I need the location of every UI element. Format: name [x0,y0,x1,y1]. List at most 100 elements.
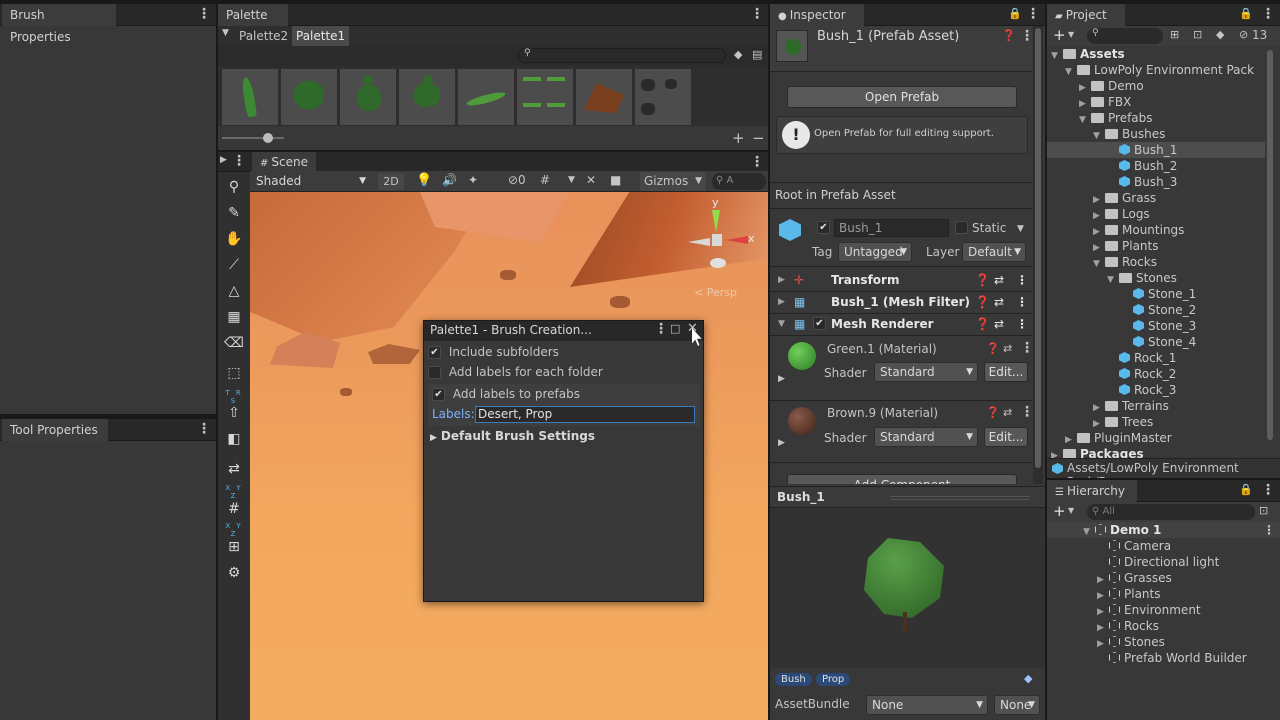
eraser-tool-icon[interactable]: ⌫ [221,332,247,354]
tag-icon[interactable]: ◆ [1216,28,1224,41]
project-tree-item[interactable]: ▶ Plants [1047,238,1265,254]
chevron-right-icon[interactable]: ▶ [778,438,785,448]
chevron-down-icon[interactable]: ▼ [1017,224,1024,234]
toggle-2d-button[interactable]: 2D [378,173,404,190]
grid-snap-icon[interactable]: # [540,173,550,187]
brush-tool-icon[interactable]: ✎ [221,202,247,224]
extrude-tool-icon[interactable]: ⇧ [221,402,247,424]
kebab-menu-icon[interactable]: ⋮ [1020,340,1034,356]
project-tree-item[interactable]: ▼ Rocks [1047,254,1265,270]
tag-icon[interactable]: ◆ [734,48,742,61]
kebab-menu-icon[interactable]: ⋮ [1263,522,1275,538]
tab-scene[interactable]: # Scene [252,152,316,172]
tab-brush-properties[interactable]: Brush Properties [2,4,116,44]
add-icon[interactable]: + [1053,26,1066,44]
kebab-menu-icon[interactable]: ⋮ [1020,404,1034,420]
brush-thumb-rock[interactable] [576,69,632,125]
hierarchy-item[interactable]: Camera [1047,538,1280,554]
label-chip[interactable]: Bush [775,673,812,686]
project-tree-item[interactable]: ▶ Grass [1047,190,1265,206]
tools-icon[interactable]: ✕ [586,173,596,187]
shape-tool-icon[interactable]: △ [221,280,247,302]
project-tree-item[interactable]: Stone_1 [1047,286,1265,302]
open-prefab-button[interactable]: Open Prefab [787,86,1017,108]
hierarchy-item[interactable]: Directional light [1047,554,1280,570]
hierarchy-search-input[interactable]: ⚲ All [1087,504,1255,520]
project-tree-item[interactable]: ▶ PluginMaster [1047,430,1265,446]
kebab-menu-icon[interactable]: ⋮ [1026,4,1040,26]
subtab-palette2[interactable]: Palette2 [235,26,292,46]
brush-thumb-bush1[interactable] [281,69,337,125]
lock-icon[interactable]: 🔒 [1239,483,1253,496]
help-icon[interactable]: ❓ [975,269,990,291]
label-chip[interactable]: Prop [816,673,851,686]
brush-thumb-plant[interactable] [458,69,514,125]
preview-drag-handle[interactable] [890,496,1030,500]
project-tree-item[interactable]: Rock_3 [1047,382,1265,398]
project-search-input[interactable]: ⚲ [1087,28,1163,44]
name-field[interactable]: Bush_1 [834,219,949,237]
hierarchy-item[interactable]: Prefab World Builder [1047,650,1280,666]
filter-type-icon[interactable]: ⊞ [1170,28,1179,41]
brush-thumb-stones[interactable] [635,69,691,125]
project-tree-item[interactable]: Bush_1 [1047,142,1265,158]
hidden-packages-icon[interactable]: ⊘ [1239,28,1248,41]
project-tree-item[interactable]: ▼ Bushes [1047,126,1265,142]
project-tree-item[interactable]: ▶ FBX [1047,94,1265,110]
help-icon[interactable]: ❓ [1002,29,1016,42]
lock-icon[interactable]: 🔒 [1008,7,1022,20]
hierarchy-item[interactable]: ▶ Environment [1047,602,1280,618]
lock-icon[interactable]: 🔒 [1239,7,1253,20]
help-icon[interactable]: ❓ [975,313,990,335]
project-tree-item[interactable]: ▼ Prefabs [1047,110,1265,126]
settings-icon[interactable]: ⇄ [994,313,1004,335]
grid-icon[interactable]: ▤ [752,48,762,61]
kebab-menu-icon[interactable]: ⋮ [750,152,764,172]
tag-dropdown[interactable]: Untagged ▼ [838,242,912,262]
help-icon[interactable]: ❓ [986,342,1000,355]
chevron-right-icon[interactable]: ▶ [778,374,785,384]
kebab-menu-icon[interactable]: ⋮ [1020,28,1034,44]
add-labels-prefabs-checkbox[interactable]: ✔ [432,388,445,401]
include-subfolders-checkbox[interactable]: ✔ [428,346,441,359]
filter-label-icon[interactable]: ⊡ [1193,28,1202,41]
add-labels-folder-row[interactable]: Add labels for each folder [428,365,603,383]
lighting-icon[interactable]: 💡 [416,173,432,188]
gizmos-dropdown[interactable]: Gizmos ▼ [640,172,706,191]
orientation-gizmo[interactable]: y x < Persp [684,196,764,299]
mesh-renderer-checkbox[interactable]: ✔ [813,317,826,330]
project-tree-item[interactable]: ▼ Assets [1047,46,1265,62]
hierarchy-item[interactable]: ▶ Grasses [1047,570,1280,586]
hierarchy-item[interactable]: ▶ Rocks [1047,618,1280,634]
hidden-objects-icon[interactable]: ⊘0 [508,173,526,187]
kebab-menu-icon[interactable]: ⋮ [1016,313,1028,335]
project-tree-item[interactable]: Bush_3 [1047,174,1265,190]
brush-thumb-multi[interactable] [517,69,573,125]
settings-icon[interactable]: ⇄ [1003,342,1012,355]
project-tree-item[interactable]: Rock_1 [1047,350,1265,366]
add-labels-prefabs-row[interactable]: ✔ Add labels to prefabs [432,387,580,405]
asset-bundle-dropdown[interactable]: None ▼ [866,695,988,715]
gravity-tool-icon[interactable]: ✋ [221,228,247,250]
project-tree-item[interactable]: ▶ Mountings [1047,222,1265,238]
line-tool-icon[interactable]: ⟋ [221,254,247,276]
add-labels-folder-checkbox[interactable] [428,366,441,379]
subtab-palette1[interactable]: Palette1 [292,26,350,46]
edit-shader-button[interactable]: Edit... [984,362,1028,382]
grid-tool-icon[interactable]: # [221,498,247,520]
project-scrollbar-thumb[interactable] [1267,50,1273,440]
project-tree-item[interactable]: Stone_2 [1047,302,1265,318]
project-tree-item[interactable]: ▶ Demo [1047,78,1265,94]
project-tree-item[interactable]: ▼ Stones [1047,270,1265,286]
settings-icon[interactable]: ⇄ [994,269,1004,291]
project-tree-item[interactable]: ▶ Trees [1047,414,1265,430]
replacer-tool-icon[interactable]: ⇄ [221,458,247,480]
project-tree-item[interactable]: ▼ LowPoly Environment Pack [1047,62,1265,78]
chevron-down-icon[interactable]: ▼ [222,28,229,38]
help-icon[interactable]: ❓ [986,406,1000,419]
maximize-icon[interactable]: □ [670,322,680,335]
kebab-menu-icon[interactable]: ⋮ [654,321,668,337]
kebab-menu-icon[interactable]: ⋮ [197,419,211,441]
brush-thumb-bush3[interactable] [399,69,455,125]
project-tree-item[interactable]: Rock_2 [1047,366,1265,382]
